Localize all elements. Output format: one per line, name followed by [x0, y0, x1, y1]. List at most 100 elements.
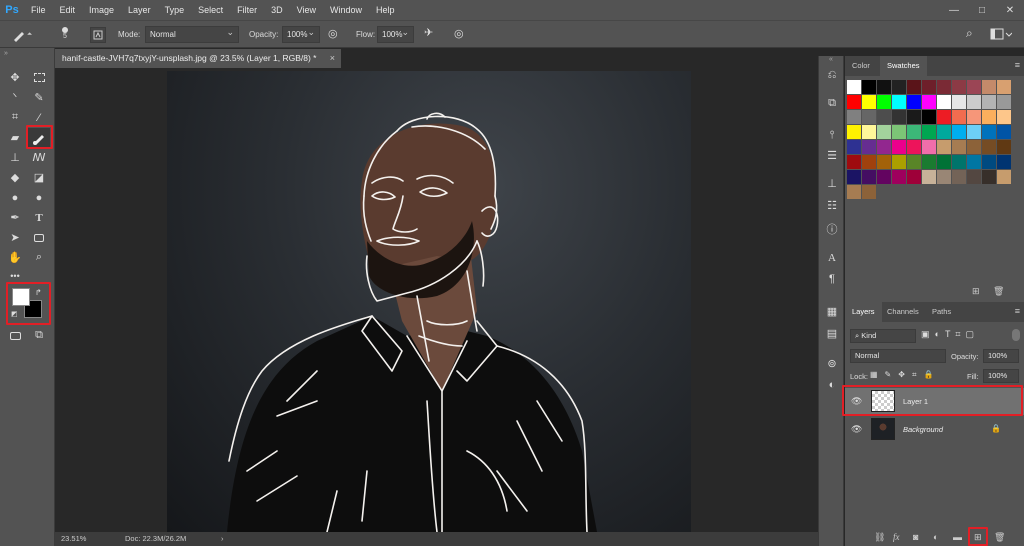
color-swatch[interactable]	[937, 155, 951, 169]
color-swatch[interactable]	[847, 155, 861, 169]
color-swatch[interactable]	[907, 140, 921, 154]
move-tool[interactable]: ✥	[4, 68, 26, 87]
minimize-button[interactable]: —	[940, 0, 968, 20]
color-swatch[interactable]	[952, 95, 966, 109]
color-swatch[interactable]	[967, 170, 981, 184]
layer-filter-kind[interactable]: ⌕ Kind	[850, 329, 916, 343]
dodge-tool[interactable]: ●	[28, 188, 50, 207]
color-swatch[interactable]	[952, 140, 966, 154]
tab-layers[interactable]: Layers	[845, 302, 882, 322]
color-swatch[interactable]	[847, 170, 861, 184]
color-swatch[interactable]	[862, 170, 876, 184]
color-swatch[interactable]	[907, 155, 921, 169]
rectangle-tool[interactable]	[28, 228, 50, 247]
menu-select[interactable]: Select	[191, 0, 230, 20]
add-mask-icon[interactable]: ◙	[913, 532, 918, 542]
close-window-button[interactable]: ✕	[996, 0, 1024, 20]
paint-bucket-tool[interactable]: ◪	[28, 168, 50, 187]
color-swatch[interactable]	[922, 170, 936, 184]
color-swatch[interactable]	[847, 140, 861, 154]
lasso-tool[interactable]: ᐠ	[4, 88, 26, 107]
color-swatch[interactable]	[877, 80, 891, 94]
libraries-icon[interactable]: ▦	[823, 302, 841, 320]
color-swatch[interactable]	[862, 125, 876, 139]
info-icon[interactable]: ⓘ	[823, 220, 841, 238]
color-swatch[interactable]	[937, 140, 951, 154]
expand-panels-icon[interactable]: «	[829, 56, 833, 63]
color-swatch[interactable]	[982, 125, 996, 139]
color-swatch[interactable]	[847, 110, 861, 124]
color-swatch[interactable]	[892, 155, 906, 169]
color-swatch[interactable]	[877, 155, 891, 169]
brush-size-picker[interactable]: 5	[54, 25, 76, 45]
menu-3d[interactable]: 3D	[264, 0, 290, 20]
color-swatch[interactable]	[982, 155, 996, 169]
adjustment-layer-icon[interactable]: ◐	[933, 532, 938, 542]
layers-menu-icon[interactable]: ≡	[1015, 306, 1020, 316]
color-swatch[interactable]	[952, 170, 966, 184]
color-swatch[interactable]	[982, 110, 996, 124]
layer-row-background[interactable]: 👁 Background 🔒	[845, 416, 1024, 443]
color-swatch[interactable]	[997, 110, 1011, 124]
fx-icon[interactable]: fx	[893, 532, 900, 542]
color-swatch[interactable]	[892, 140, 906, 154]
pressure-size-icon[interactable]: ◎	[454, 27, 464, 40]
color-swatch[interactable]	[862, 80, 876, 94]
menu-window[interactable]: Window	[323, 0, 369, 20]
character-icon[interactable]: A	[823, 249, 841, 267]
color-swatch[interactable]	[982, 170, 996, 184]
eraser-tool[interactable]: ◆	[4, 168, 26, 187]
color-swatch[interactable]	[847, 95, 861, 109]
color-swatch[interactable]	[937, 110, 951, 124]
layer-name[interactable]: Background	[903, 425, 943, 434]
color-swatch[interactable]	[982, 95, 996, 109]
color-swatch[interactable]	[922, 155, 936, 169]
color-swatch[interactable]	[907, 95, 921, 109]
color-swatch[interactable]	[862, 95, 876, 109]
color-swatch[interactable]	[967, 80, 981, 94]
color-swatch[interactable]	[967, 95, 981, 109]
cc-libraries-icon[interactable]: ⊚	[823, 354, 841, 372]
color-swatch[interactable]	[922, 125, 936, 139]
pen-tool[interactable]: ✒	[4, 208, 26, 227]
color-swatch[interactable]	[937, 80, 951, 94]
airbrush-icon[interactable]: ✈	[424, 26, 433, 39]
tab-color[interactable]: Color	[845, 56, 877, 76]
color-swatch[interactable]	[907, 125, 921, 139]
clone-stamp-tool[interactable]: ⊥	[4, 148, 26, 167]
color-swatch[interactable]	[937, 95, 951, 109]
color-swatch[interactable]	[877, 110, 891, 124]
color-swatch[interactable]	[892, 80, 906, 94]
mode-dropdown[interactable]: Normal	[145, 25, 239, 43]
status-menu-arrow[interactable]: ›	[221, 532, 224, 546]
color-swatch[interactable]	[982, 80, 996, 94]
color-swatch[interactable]	[937, 125, 951, 139]
blend-mode-dropdown[interactable]: Normal	[850, 349, 946, 363]
screen-mode-button[interactable]: ⧉	[28, 326, 50, 345]
tab-swatches[interactable]: Swatches	[880, 56, 927, 76]
menu-image[interactable]: Image	[82, 0, 121, 20]
notes-icon[interactable]: ▤	[823, 324, 841, 342]
color-swatch[interactable]	[997, 125, 1011, 139]
menu-help[interactable]: Help	[369, 0, 402, 20]
color-swatch[interactable]	[922, 80, 936, 94]
color-swatch[interactable]	[847, 185, 861, 199]
flow-field[interactable]: 100%	[377, 25, 414, 43]
color-swatch[interactable]	[967, 110, 981, 124]
brush-preset-picker[interactable]	[10, 26, 40, 44]
color-swatch[interactable]	[847, 125, 861, 139]
color-swatch[interactable]	[922, 95, 936, 109]
color-swatch[interactable]	[892, 170, 906, 184]
marquee-tool[interactable]	[28, 68, 50, 87]
color-swatch[interactable]	[952, 155, 966, 169]
color-swatch[interactable]	[997, 140, 1011, 154]
document-tab[interactable]: hanif-castle-JVH7q7txyjY-unsplash.jpg @ …	[55, 49, 341, 68]
color-swatch[interactable]	[967, 125, 981, 139]
menu-layer[interactable]: Layer	[121, 0, 158, 20]
maximize-button[interactable]: □	[968, 0, 996, 20]
color-swatch[interactable]	[862, 185, 876, 199]
color-swatch[interactable]	[877, 125, 891, 139]
menu-filter[interactable]: Filter	[230, 0, 264, 20]
color-swatch[interactable]	[937, 170, 951, 184]
color-swatch[interactable]	[952, 110, 966, 124]
